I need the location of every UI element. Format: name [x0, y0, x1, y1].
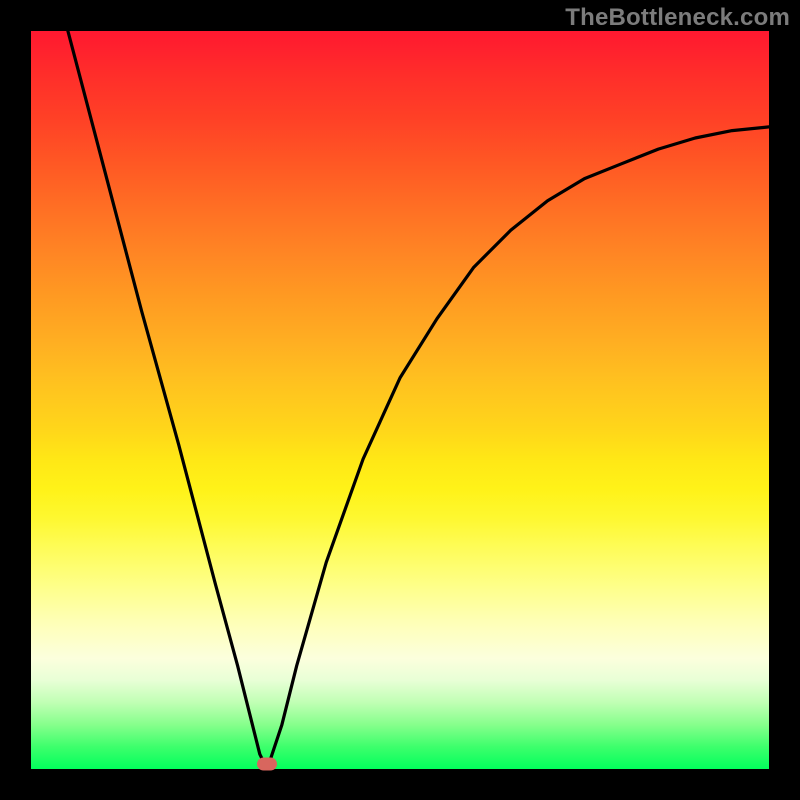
- curve-path: [68, 31, 769, 769]
- chart-frame: TheBottleneck.com: [0, 0, 800, 800]
- bottleneck-curve: [31, 31, 769, 769]
- optimal-marker: [257, 758, 277, 771]
- plot-area: [31, 31, 769, 769]
- attribution-text: TheBottleneck.com: [565, 4, 790, 32]
